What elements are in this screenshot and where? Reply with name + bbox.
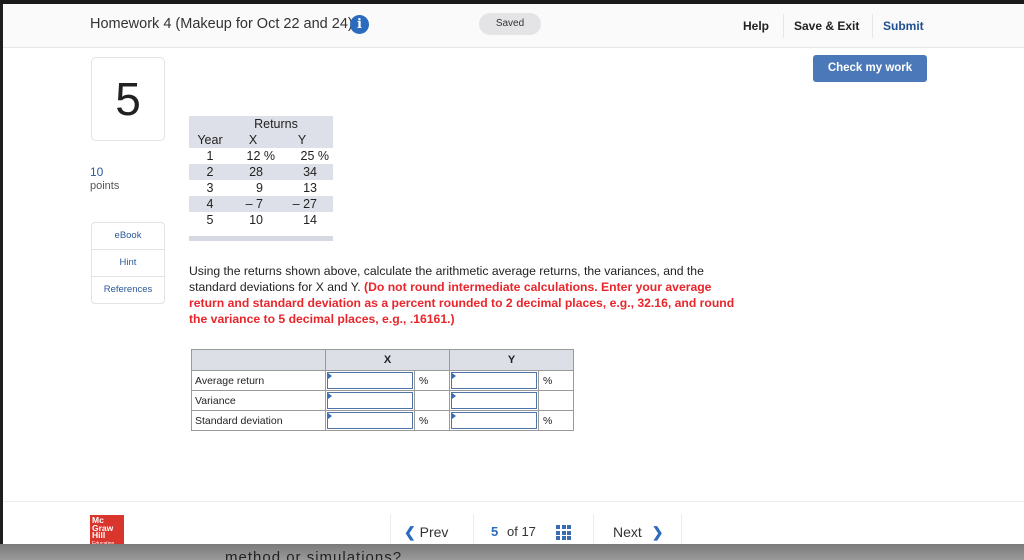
logo-line: Hill (92, 530, 106, 540)
returns-row: 5 10 14 (189, 212, 333, 228)
average-return-x-input[interactable] (327, 372, 413, 389)
answer-table: X Y Average return % % Variance Standard… (191, 349, 574, 431)
input-flag-icon (328, 413, 332, 419)
help-link[interactable]: Help (743, 19, 769, 33)
unit-label: % (538, 410, 574, 431)
background-text: method or simulations? (225, 549, 403, 560)
y-cell: 13 (303, 181, 317, 195)
y-cell: 34 (303, 165, 317, 179)
check-my-work-button[interactable]: Check my work (813, 55, 927, 82)
hint-link[interactable]: Hint (92, 250, 164, 277)
y-cell: – 27 (292, 197, 317, 211)
prev-button[interactable]: ❮ Prev (404, 524, 448, 541)
row-label: Standard deviation (191, 410, 326, 431)
page-count: of 17 (507, 524, 536, 539)
returns-row: 4 – 7 – 27 (189, 196, 333, 212)
x-cell: 10 (249, 213, 263, 227)
answer-header-x: X (325, 349, 450, 371)
unit-label: % (414, 410, 450, 431)
returns-row: 2 28 34 (189, 164, 333, 180)
x-cell: – 7 (245, 197, 263, 211)
answer-header-blank (191, 349, 326, 371)
unit-label (414, 390, 450, 411)
answer-header-y: Y (449, 349, 574, 371)
unit-label: % (414, 370, 450, 391)
submit-link[interactable]: Submit (883, 19, 924, 33)
info-icon[interactable]: i (350, 15, 369, 34)
year-cell: 2 (206, 165, 214, 179)
assignment-window: Homework 4 (Makeup for Oct 22 and 24) i … (3, 4, 1024, 554)
answer-row-average-return: Average return % % (191, 370, 574, 391)
header-divider (872, 14, 873, 38)
answer-header-row: X Y (191, 349, 574, 371)
unit-label (538, 390, 574, 411)
header-bar: Homework 4 (Makeup for Oct 22 and 24) i … (3, 4, 1024, 48)
current-page: 5 (491, 524, 499, 539)
chevron-right-icon: ❯ (651, 524, 664, 540)
answer-row-standard-deviation: Standard deviation % % (191, 410, 574, 431)
input-flag-icon (452, 413, 456, 419)
x-cell: 12 % (246, 149, 276, 163)
saved-status-badge: Saved (479, 13, 541, 35)
y-cell: 14 (303, 213, 317, 227)
std-dev-x-input[interactable] (327, 412, 413, 429)
header-divider (783, 14, 784, 38)
unit-label: % (538, 370, 574, 391)
question-number: 5 (91, 57, 165, 141)
assignment-title: Homework 4 (Makeup for Oct 22 and 24) (90, 16, 353, 32)
std-dev-y-input[interactable] (451, 412, 537, 429)
returns-header-row: Year X Y (189, 132, 333, 148)
background-page-strip: method or simulations? (0, 544, 1024, 560)
x-cell: 9 (256, 181, 263, 195)
ebook-link[interactable]: eBook (92, 223, 164, 250)
references-link[interactable]: References (92, 277, 164, 303)
footer-bar: Mc Graw Hill Education ❮ Prev 5 of 17 Ne… (3, 501, 1024, 554)
variance-y-input[interactable] (451, 392, 537, 409)
question-prompt: Using the returns shown above, calculate… (189, 263, 749, 327)
points-label: points (90, 180, 120, 192)
year-cell: 3 (206, 181, 214, 195)
average-return-y-input[interactable] (451, 372, 537, 389)
x-cell: 28 (249, 165, 263, 179)
table-bottom-rule (189, 236, 333, 241)
row-label: Average return (191, 370, 326, 391)
input-flag-icon (452, 373, 456, 379)
y-cell: 25 % (300, 149, 330, 163)
input-flag-icon (328, 373, 332, 379)
year-cell: 1 (206, 149, 214, 163)
variance-x-input[interactable] (327, 392, 413, 409)
prev-label: Prev (419, 524, 449, 540)
row-label: Variance (191, 390, 326, 411)
year-cell: 5 (206, 213, 214, 227)
points-value: 10 (90, 165, 104, 179)
year-cell: 4 (206, 197, 214, 211)
resources-panel: eBook Hint References (91, 222, 165, 304)
question-grid-icon[interactable] (556, 525, 571, 540)
col-header-y: Y (297, 133, 307, 147)
chevron-left-icon: ❮ (404, 524, 416, 540)
returns-row: 1 12 % 25 % (189, 148, 333, 164)
col-header-year: Year (197, 133, 223, 147)
save-exit-link[interactable]: Save & Exit (794, 19, 859, 33)
returns-row: 3 9 13 (189, 180, 333, 196)
next-button[interactable]: Next ❯ (613, 524, 663, 541)
input-flag-icon (452, 393, 456, 399)
next-label: Next (613, 524, 642, 540)
answer-row-variance: Variance (191, 390, 574, 411)
returns-table: Returns Year X Y 1 12 % 25 % 2 28 34 3 9… (189, 116, 333, 241)
input-flag-icon (328, 393, 332, 399)
returns-group-header: Returns (254, 117, 298, 131)
col-header-x: X (248, 133, 258, 147)
